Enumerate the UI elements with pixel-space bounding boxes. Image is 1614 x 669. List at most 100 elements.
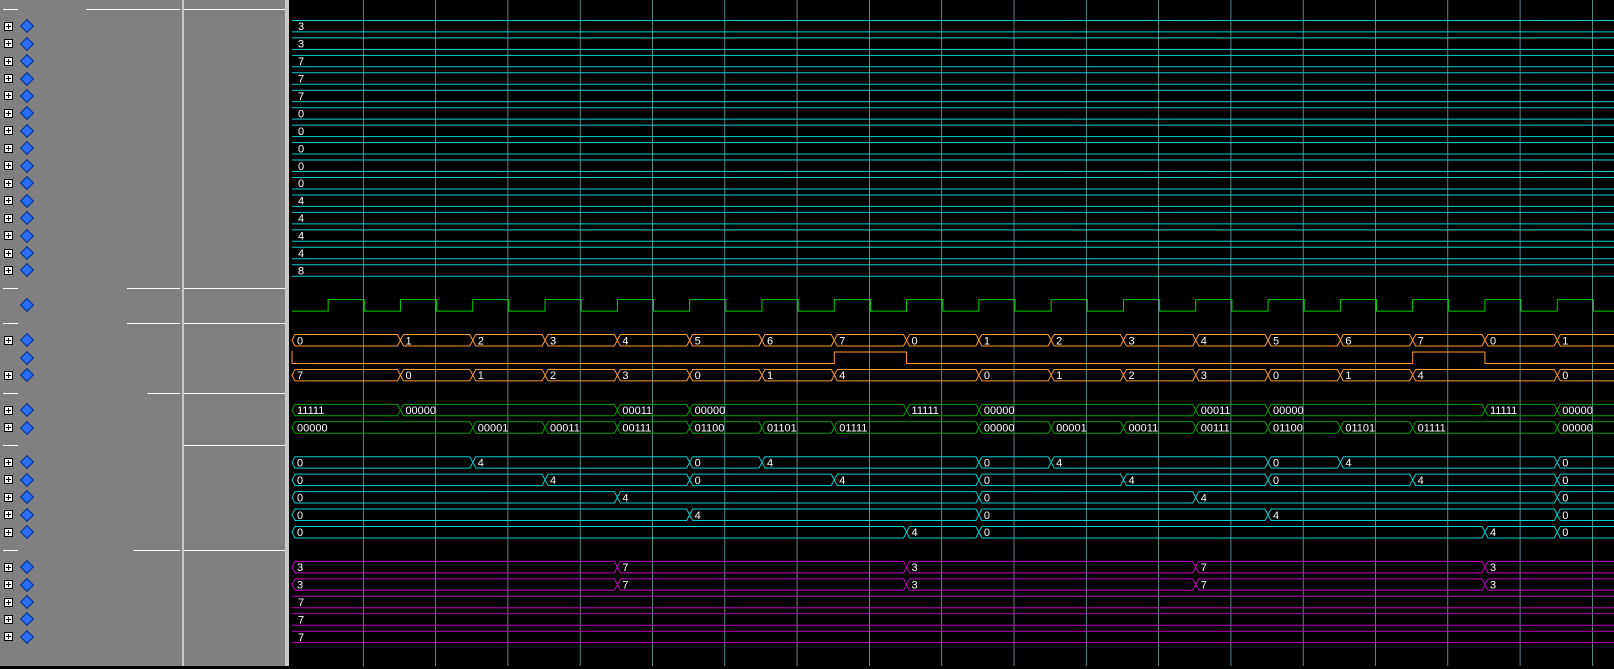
group-divider (184, 9, 285, 10)
bus-segment (616, 560, 908, 574)
bus-value: 0 (297, 335, 303, 347)
expand-icon[interactable] (4, 598, 13, 607)
bus-segment (905, 560, 1197, 574)
bus-segment (1050, 456, 1269, 469)
bus-value: 00000 (1562, 405, 1593, 417)
group-divider (147, 393, 180, 394)
signal-icon (19, 559, 35, 575)
bus-value: 3 (298, 39, 304, 51)
expand-icon[interactable] (4, 91, 13, 100)
bus-value: 1 (1056, 370, 1062, 382)
signal-icon (19, 489, 35, 505)
bus-value: 0 (1562, 527, 1568, 539)
signal-icon (19, 629, 35, 645)
expand-icon[interactable] (4, 74, 13, 83)
bus-value: 0 (298, 126, 304, 138)
bus-value: 01111 (1418, 423, 1446, 435)
bus-value: 3 (1490, 562, 1496, 574)
bus-value: 4 (1201, 492, 1207, 504)
bus-value: 0 (1273, 457, 1279, 469)
bus-value: 00000 (984, 423, 1015, 435)
expand-icon[interactable] (4, 406, 13, 415)
expand-icon[interactable] (4, 39, 13, 48)
signal-icon (19, 228, 35, 244)
group-divider (3, 445, 18, 446)
expand-icon[interactable] (4, 510, 13, 519)
expand-icon[interactable] (4, 22, 13, 31)
group-divider (3, 550, 18, 551)
bus-segment (616, 578, 908, 591)
expand-icon[interactable] (4, 179, 13, 188)
expand-icon[interactable] (4, 615, 13, 624)
expand-icon[interactable] (4, 632, 13, 641)
bus-value: 0 (984, 475, 990, 487)
signal-values-pane (184, 0, 285, 666)
bus-value: 00011 (622, 405, 652, 417)
expand-icon[interactable] (4, 57, 13, 66)
expand-icon[interactable] (4, 563, 13, 572)
expand-icon[interactable] (4, 109, 13, 118)
bus-value: 8 (298, 265, 304, 277)
bus-value: 6 (767, 335, 773, 347)
bus-value: 0 (1273, 475, 1279, 487)
group-divider (133, 550, 180, 551)
bus-value: 0 (695, 457, 701, 469)
bus-value: 0 (695, 370, 701, 382)
bus-segment (978, 508, 1269, 521)
expand-icon[interactable] (4, 423, 13, 432)
bus-segment (291, 473, 546, 487)
bus-segment (291, 578, 618, 591)
expand-icon[interactable] (4, 196, 13, 205)
bus-value: 3 (550, 335, 556, 347)
bus-value: 01100 (695, 423, 725, 435)
bus-value: 3 (298, 21, 304, 33)
expand-icon[interactable] (4, 528, 13, 537)
bus-value: 2 (550, 370, 556, 382)
expand-icon[interactable] (4, 126, 13, 135)
bus-value: 7 (1201, 580, 1207, 592)
bus-value: 7 (298, 597, 304, 609)
bus-value: 4 (298, 248, 304, 260)
bus-value: 4 (298, 231, 304, 243)
expand-icon[interactable] (4, 580, 13, 589)
expand-icon[interactable] (4, 371, 13, 380)
bus-value: 7 (297, 370, 303, 382)
bus-value: 4 (912, 527, 918, 539)
expand-icon[interactable] (4, 475, 13, 484)
group-divider (86, 9, 180, 10)
bus-value: 7 (298, 632, 304, 644)
expand-icon[interactable] (4, 144, 13, 153)
bus-value: 3 (1490, 580, 1496, 592)
group-divider (184, 288, 285, 289)
bus-value: 4 (622, 492, 628, 504)
expand-icon[interactable] (4, 249, 13, 258)
bus-value: 00000 (695, 405, 726, 417)
bus-segment (689, 473, 835, 487)
signal-icon (19, 193, 35, 209)
expand-icon[interactable] (4, 458, 13, 467)
bus-value: 4 (550, 475, 556, 487)
bus-segment (833, 473, 980, 487)
bus-value: 00000 (1273, 405, 1304, 417)
signal-icon (19, 454, 35, 470)
bus-value: 0 (1562, 370, 1568, 382)
bus-value: 0 (984, 457, 990, 469)
signal-icon (19, 123, 35, 139)
bus-segment (291, 368, 402, 382)
bus-value: 11111 (1490, 405, 1517, 417)
waveform-pane[interactable]: 3377700000444480123456701234567017012301… (289, 0, 1614, 666)
bus-value: 0 (298, 178, 304, 190)
bus-value: 4 (1201, 335, 1207, 347)
expand-icon[interactable] (4, 161, 13, 170)
bus-value: 4 (1418, 370, 1424, 382)
signal-icon (19, 88, 35, 104)
expand-icon[interactable] (4, 336, 13, 345)
expand-icon[interactable] (4, 214, 13, 223)
bus-value: 7 (622, 562, 628, 574)
expand-icon[interactable] (4, 231, 13, 240)
bus-value: 3 (912, 562, 918, 574)
expand-icon[interactable] (4, 493, 13, 502)
signal-icon (19, 53, 35, 69)
bus-segment (1195, 491, 1558, 504)
expand-icon[interactable] (4, 266, 13, 275)
